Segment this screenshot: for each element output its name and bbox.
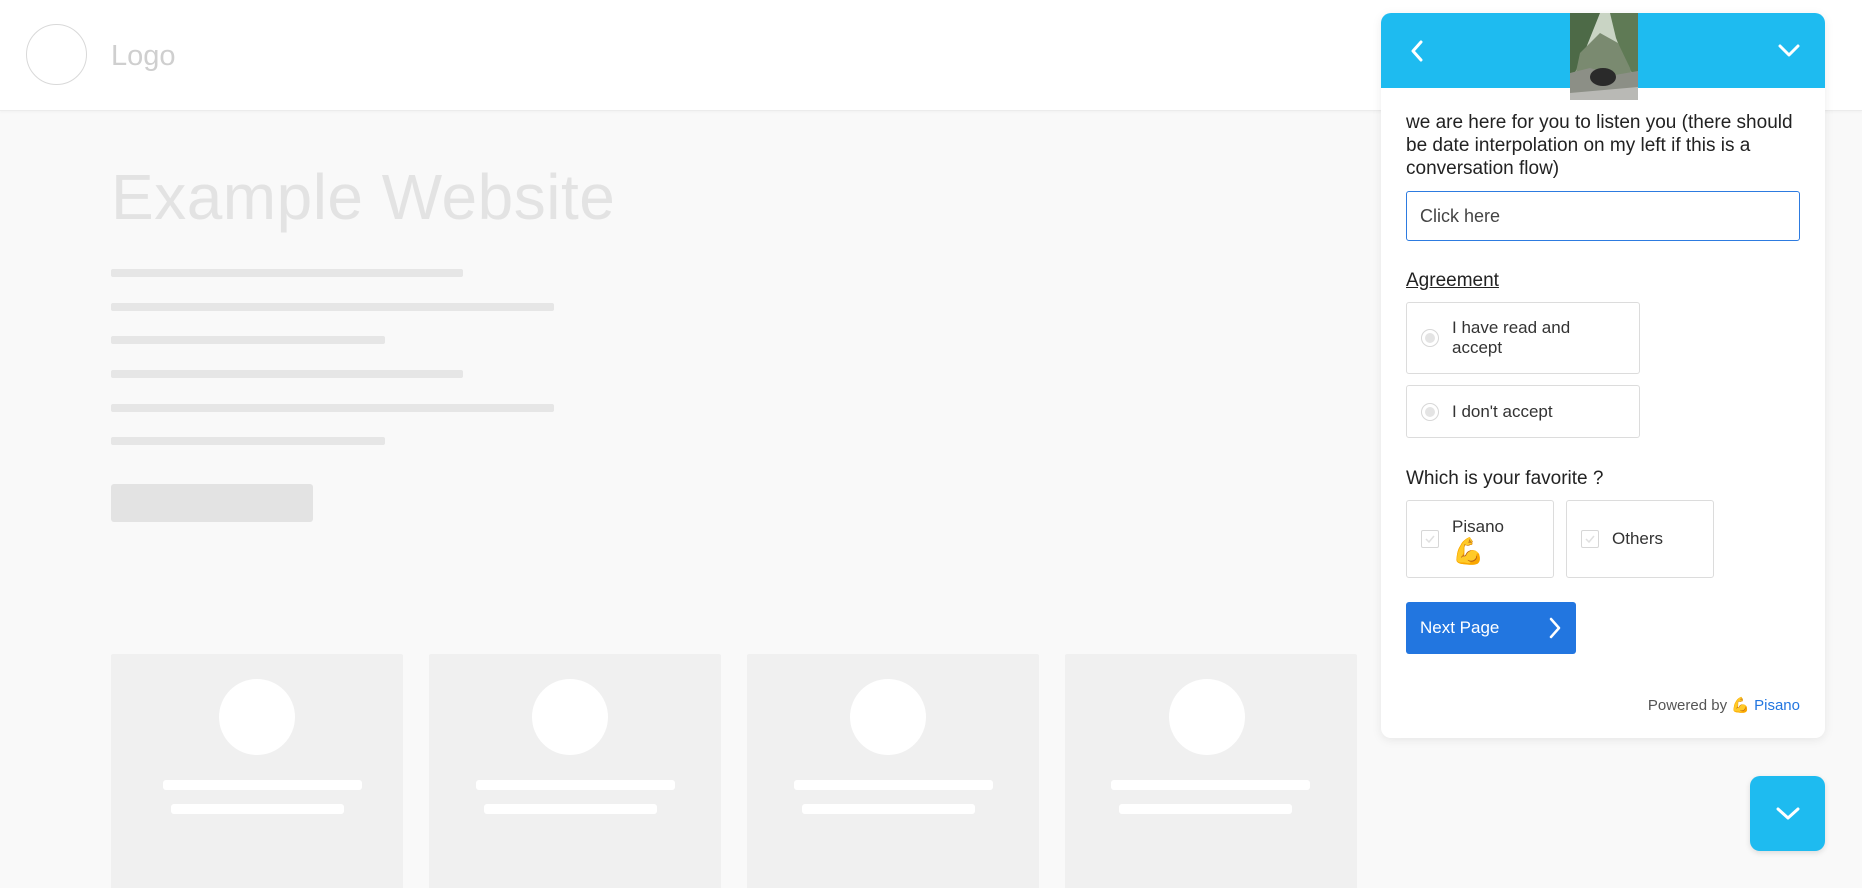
placeholder-line [111,370,463,378]
card-line [476,780,675,790]
next-page-label: Next Page [1420,618,1500,637]
minimize-button[interactable] [1771,33,1807,69]
answer-text-input[interactable] [1406,191,1800,241]
card-line [1119,804,1292,814]
survey-widget: we are here for you to listen you (there… [1381,13,1825,738]
favorite-option-pisano[interactable]: Pisano 💪 [1406,500,1554,578]
option-label: I don't accept [1452,402,1553,421]
checkbox[interactable] [1421,530,1439,548]
radio-button[interactable] [1421,329,1439,347]
option-label: Others [1612,529,1664,548]
placeholder-line [111,269,463,277]
agreement-option-decline[interactable]: I don't accept [1406,385,1640,438]
back-button[interactable] [1399,33,1435,69]
card-avatar [850,679,926,755]
agreement-option-accept[interactable]: I have read and accept [1406,302,1640,374]
card-line [484,804,657,814]
widget-toggle-button[interactable] [1750,776,1825,851]
placeholder-card [1065,654,1357,888]
powered-by-text: Powered by [1647,697,1728,714]
flexed-biceps-emoji: 💪 [1731,697,1750,714]
flexed-biceps-emoji: 💪 [1452,536,1485,566]
placeholder-line [111,404,554,412]
option-label: Pisano [1452,517,1504,536]
card-line [171,804,344,814]
card-line [163,780,362,790]
check-icon [1585,535,1595,544]
question-text: we are here for you to listen you (there… [1406,112,1793,179]
pisano-link[interactable]: Pisano [1754,697,1800,714]
site-title: Example Website [111,161,616,233]
placeholder-button [111,484,313,522]
placeholder-card [747,654,1039,888]
logo-text: Logo [111,40,176,72]
favorite-label: Which is your favorite ? [1406,468,1604,489]
card-line [1111,780,1310,790]
checkbox[interactable] [1581,530,1599,548]
chevron-down-icon [1776,807,1799,819]
agreement-label[interactable]: Agreement [1406,270,1499,292]
card-avatar [532,679,608,755]
card-line [794,780,993,790]
logo-circle [26,24,87,85]
check-icon [1425,535,1435,544]
next-page-button[interactable]: Next Page [1406,602,1576,654]
card-avatar [1169,679,1245,755]
placeholder-line [111,303,554,311]
placeholder-line [111,336,385,344]
header-image [1570,13,1638,100]
card-avatar [219,679,295,755]
placeholder-line [111,437,385,445]
radio-button[interactable] [1421,403,1439,421]
card-line [802,804,975,814]
placeholder-card [111,654,403,888]
powered-by: Powered by 💪 Pisano [1648,696,1800,714]
favorite-option-others[interactable]: Others [1566,500,1714,578]
chevron-left-icon [1411,40,1423,62]
chevron-right-icon [1549,617,1561,639]
option-label: I have read and accept [1452,318,1571,357]
placeholder-card [429,654,721,888]
chevron-down-icon [1778,44,1800,57]
